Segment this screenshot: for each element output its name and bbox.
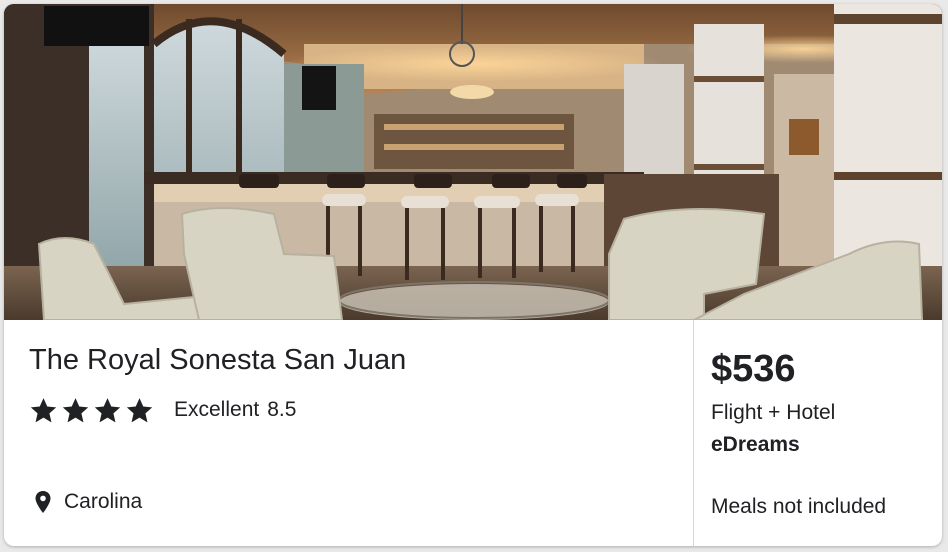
provider-name: eDreams: [711, 433, 800, 456]
star-icon: [126, 397, 153, 422]
rating-score: 8.5: [267, 398, 297, 421]
hotel-photo[interactable]: [4, 4, 942, 320]
price: $536: [711, 348, 796, 390]
rating-label: Excellent: [174, 398, 260, 421]
package-type: Flight + Hotel: [711, 401, 836, 424]
star-icon: [94, 397, 121, 422]
location-text: Carolina: [64, 490, 143, 513]
star-rating: [29, 396, 154, 425]
star-icon: [30, 397, 57, 422]
price-panel[interactable]: $536 Flight + Hotel eDreams Meals not in…: [693, 320, 942, 546]
map-pin-icon: [35, 491, 51, 513]
meals-info: Meals not included: [711, 495, 887, 518]
star-icon: [62, 397, 89, 422]
hotel-info: The Royal Sonesta San Juan Excellent 8.5…: [4, 320, 693, 546]
rating-row: Excellent 8.5: [29, 395, 296, 425]
hotel-name[interactable]: The Royal Sonesta San Juan: [29, 344, 406, 377]
location-row: Carolina: [34, 490, 142, 514]
hotel-result-card[interactable]: The Royal Sonesta San Juan Excellent 8.5…: [4, 4, 942, 546]
lobby-bar-image: [4, 4, 942, 320]
